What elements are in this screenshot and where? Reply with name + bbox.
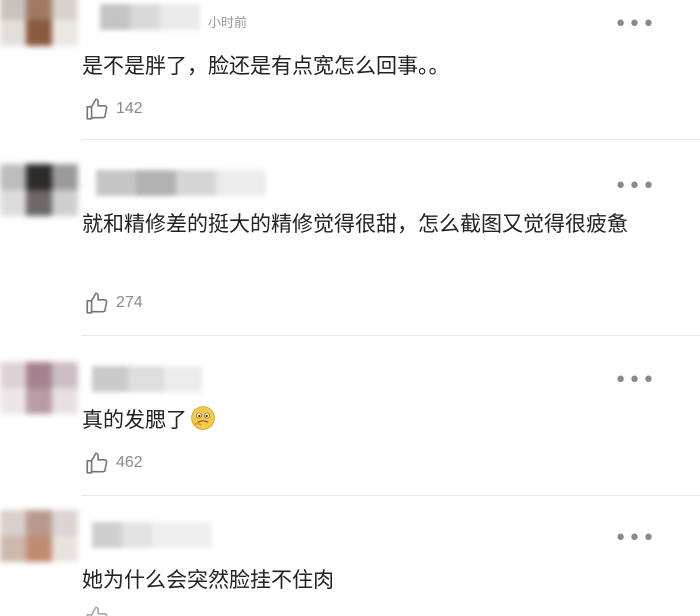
avatar[interactable] xyxy=(0,0,78,50)
comment-time: 小时前 xyxy=(208,16,248,31)
comment-list: 小时前 ••• 是不是胖了，脸还是有点宽怎么回事。。 142 ••• 就和精修差… xyxy=(0,0,700,616)
comment-item: 小时前 ••• 是不是胖了，脸还是有点宽怎么回事。。 142 xyxy=(0,0,700,140)
avatar[interactable] xyxy=(0,510,78,566)
comment-text: 真的发腮了 xyxy=(82,400,672,440)
like-count: 142 xyxy=(116,100,143,117)
more-icon[interactable]: ••• xyxy=(614,176,656,198)
comment-text: 就和精修差的挺大的精修觉得很甜，怎么截图又觉得很疲惫 xyxy=(82,212,628,236)
more-icon[interactable]: ••• xyxy=(614,528,656,550)
comment-text: 她为什么会突然脸挂不住肉 xyxy=(82,568,334,592)
like-count: 274 xyxy=(116,294,143,311)
like-button[interactable]: 462 xyxy=(84,450,143,476)
like-count: 462 xyxy=(116,454,143,471)
thumbs-up-icon xyxy=(86,606,108,616)
avatar[interactable] xyxy=(0,362,78,418)
thumbs-up-icon xyxy=(86,452,108,474)
comment-item: ••• 就和精修差的挺大的精修觉得很甜，怎么截图又觉得很疲惫 274 xyxy=(0,140,700,336)
thumbs-up-icon xyxy=(86,292,108,314)
comment-text-body: 真的发腮了 xyxy=(82,408,187,432)
username[interactable] xyxy=(96,170,266,196)
thinking-emoji-icon xyxy=(191,406,215,430)
comment-text: 是不是胖了，脸还是有点宽怎么回事。。 xyxy=(82,54,450,78)
more-icon[interactable]: ••• xyxy=(614,14,656,36)
like-button[interactable] xyxy=(84,604,116,616)
avatar[interactable] xyxy=(0,164,78,220)
thumbs-up-icon xyxy=(86,98,108,120)
comment-item: ••• 她为什么会突然脸挂不住肉 xyxy=(0,496,700,616)
like-button[interactable]: 274 xyxy=(84,290,143,316)
more-icon[interactable]: ••• xyxy=(614,370,656,392)
username[interactable] xyxy=(100,4,200,30)
username[interactable] xyxy=(92,522,212,548)
username[interactable] xyxy=(92,366,202,392)
like-button[interactable]: 142 xyxy=(84,96,143,122)
comment-item: ••• 真的发腮了 462 xyxy=(0,336,700,496)
